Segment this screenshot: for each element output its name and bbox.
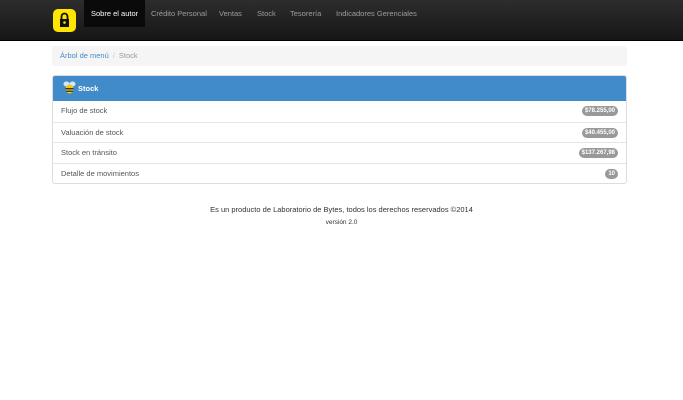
nav-item-stock[interactable]: Stock [257, 0, 276, 27]
value-badge: $40.455,00 [581, 127, 618, 138]
value-badge: $78.255,00 [581, 106, 618, 116]
breadcrumb-root-link[interactable]: Árbol de menú [60, 51, 109, 60]
list-item-label: Stock en tránsito [61, 148, 117, 157]
list-item-stock-en-transito[interactable]: Stock en tránsito $137.267,98 [53, 142, 626, 163]
brand-logo[interactable] [53, 9, 76, 32]
footer-version: versión 2.0 [325, 219, 358, 226]
nav-item-credito-personal[interactable]: Crédito Personal [151, 0, 207, 27]
list-item-flujo-de-stock[interactable]: Flujo de stock $78.255,00 [53, 101, 626, 122]
breadcrumb: Árbol de menú / Stock [52, 46, 627, 66]
nav-item-indicadores-gerenciales[interactable]: Indicadores Gerenciales [336, 0, 417, 27]
list-item-label: Valuación de stock [61, 127, 124, 137]
value-badge: $137.267,98 [578, 148, 618, 158]
stock-panel: Stock Flujo de stock $78.255,00 Valuació… [52, 75, 627, 184]
list-item-valuacion-de-stock[interactable]: Valuación de stock $40.455,00 [53, 121, 626, 143]
lock-logo-icon [60, 12, 69, 27]
top-navbar: Sobre el autor Crédito Personal Ventas S… [0, 0, 683, 41]
stock-panel-heading: Stock [53, 76, 626, 101]
nav-item-sobre-el-autor[interactable]: Sobre el autor [84, 0, 146, 27]
breadcrumb-current: Stock [118, 51, 138, 60]
list-item-detalle-de-movimientos[interactable]: Detalle de movimientos 10 [53, 162, 626, 184]
nav-item-tesoreria[interactable]: Tesorería [290, 0, 321, 27]
bee-icon [63, 81, 76, 94]
panel-title: Stock [78, 84, 99, 93]
nav-item-ventas[interactable]: Ventas [219, 0, 242, 27]
count-badge: 10 [605, 168, 618, 179]
footer-copyright: Es un producto de Laboratorio de Bytes, … [210, 205, 473, 214]
list-item-label: Flujo de stock [61, 106, 108, 115]
breadcrumb-separator: / [112, 51, 115, 60]
list-item-label: Detalle de movimientos [61, 168, 139, 178]
